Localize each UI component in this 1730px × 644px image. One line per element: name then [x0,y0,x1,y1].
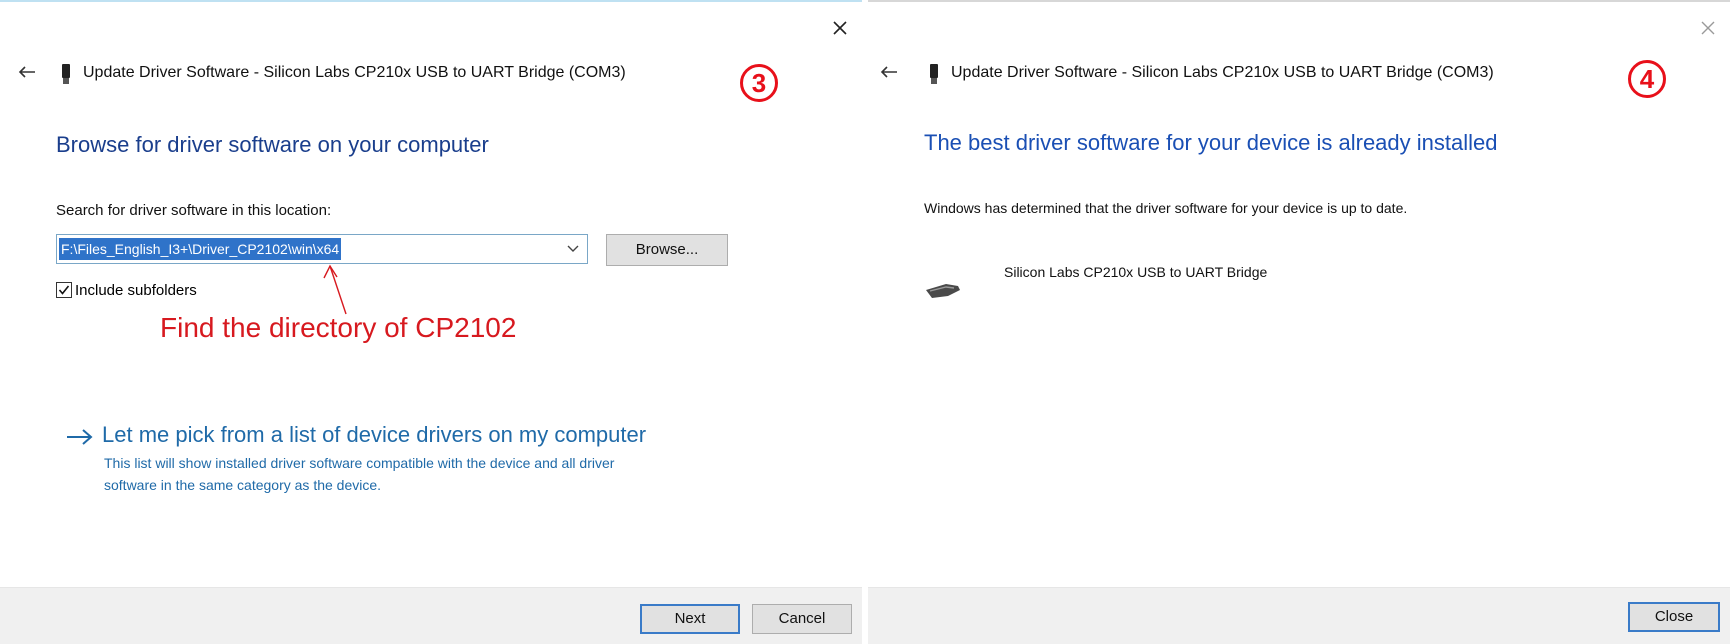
status-message: Windows has determined that the driver s… [924,200,1408,216]
include-subfolders-checkbox[interactable] [56,282,72,298]
right-arrow-icon[interactable] [66,427,94,447]
device-name: Silicon Labs CP210x USB to UART Bridge [1004,264,1268,280]
driver-path-value[interactable]: F:\Files_English_I3+\Driver_CP2102\win\x… [59,238,342,260]
cancel-button[interactable]: Cancel [752,604,852,634]
include-subfolders-row[interactable]: Include subfolders [56,280,197,300]
search-location-label: Search for driver software in this locat… [56,202,332,219]
window-title: Update Driver Software - Silicon Labs CP… [951,64,1494,81]
step-badge: 4 [1628,60,1666,98]
usb-cable-icon [926,284,960,298]
back-arrow-icon[interactable] [874,60,904,84]
left-dialog: Update Driver Software - Silicon Labs CP… [0,0,862,644]
include-subfolders-label: Include subfolders [75,281,197,299]
dialog-footer: Close [868,587,1730,644]
close-icon[interactable] [822,10,858,46]
driver-path-combobox[interactable]: F:\Files_English_I3+\Driver_CP2102\win\x… [56,234,588,264]
annotation-label: Find the directory of CP2102 [160,312,517,343]
pick-driver-link[interactable]: Let me pick from a list of device driver… [102,422,646,448]
page-heading: Browse for driver software on your compu… [56,132,489,157]
right-dialog: Update Driver Software - Silicon Labs CP… [868,0,1730,644]
pick-driver-description-line2: software in the same category as the dev… [104,477,382,493]
usb-device-icon [60,64,72,84]
close-icon[interactable] [1690,10,1726,46]
chevron-down-icon[interactable] [567,244,579,254]
step-badge: 3 [740,64,778,102]
pick-driver-description-line1: This list will show installed driver sof… [104,455,615,471]
usb-device-icon [928,64,940,84]
next-button[interactable]: Next [640,604,740,634]
browse-button[interactable]: Browse... [606,234,728,266]
window-title: Update Driver Software - Silicon Labs CP… [83,64,626,81]
dialog-footer: Next Cancel [0,587,862,644]
page-heading: The best driver software for your device… [924,130,1498,155]
close-button[interactable]: Close [1628,602,1720,632]
back-arrow-icon[interactable] [12,60,42,84]
